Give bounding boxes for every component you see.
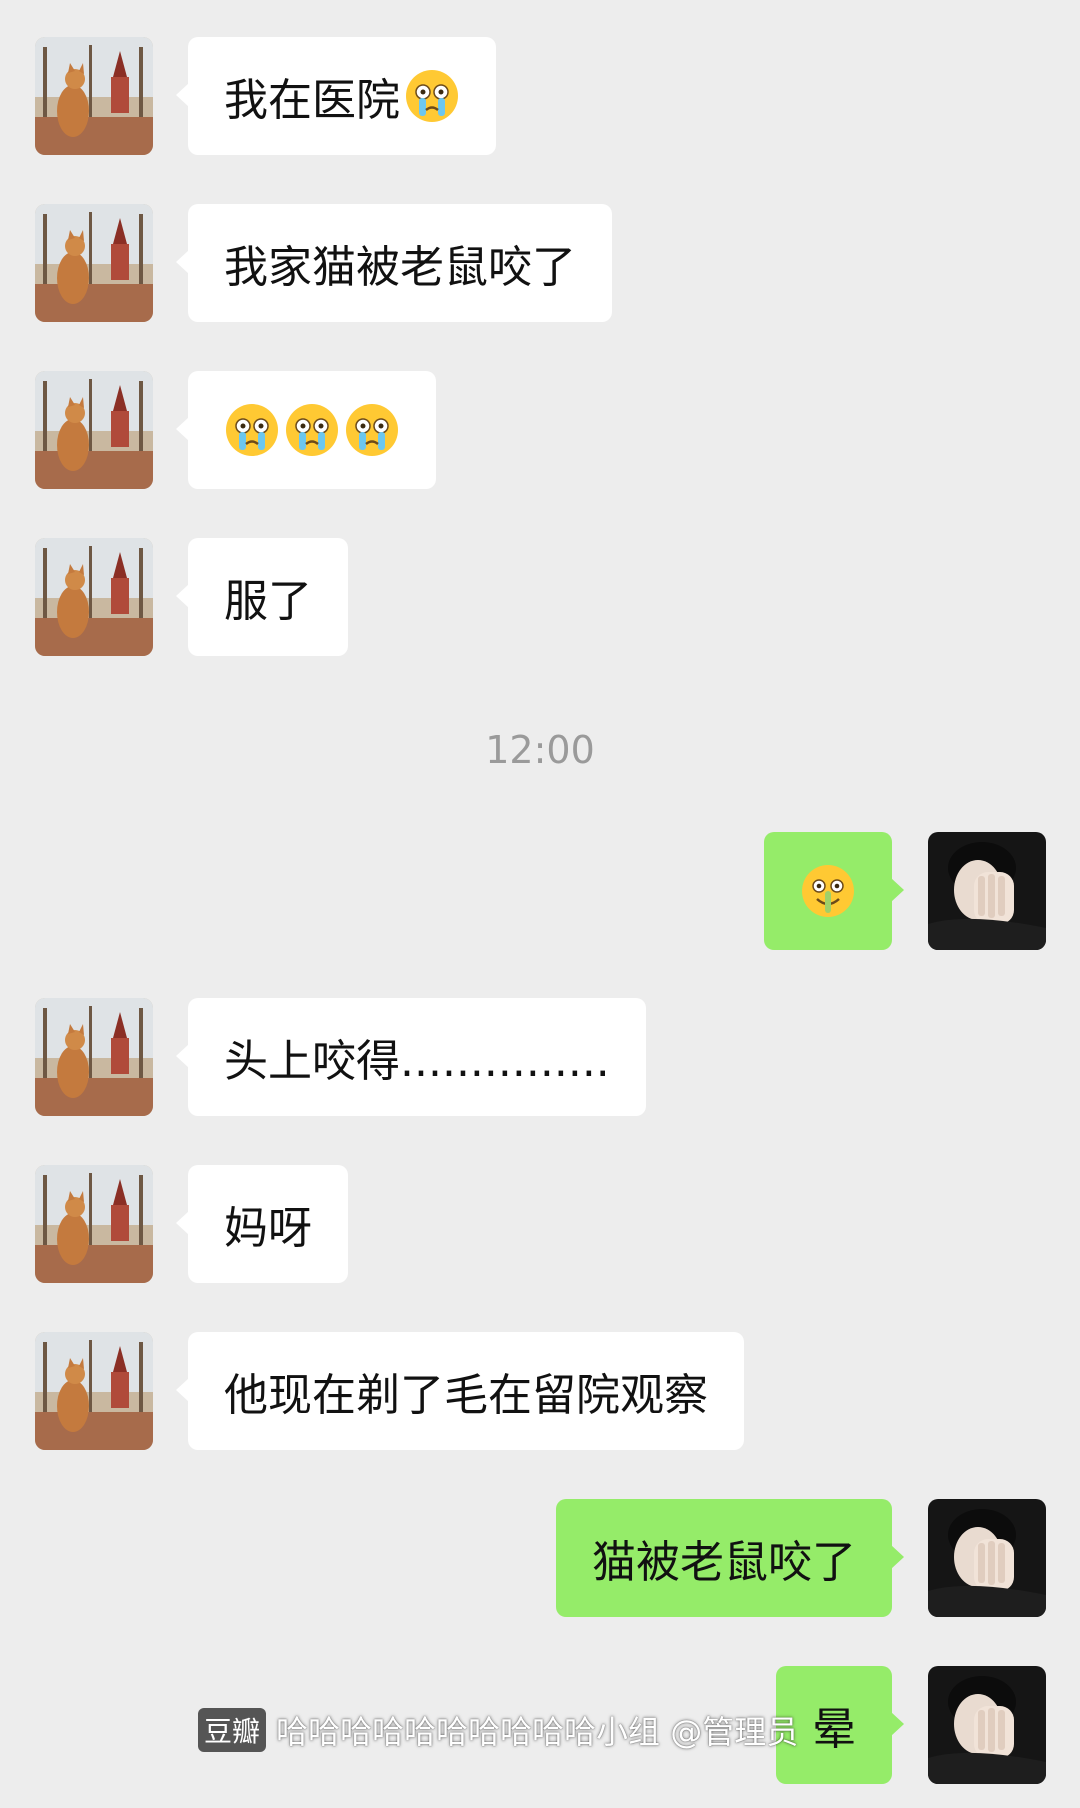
- message-bubble[interactable]: 我家猫被老鼠咬了: [176, 204, 612, 322]
- message-row: 头上咬得...............: [0, 998, 1080, 1116]
- message-row: 服了: [0, 538, 1080, 656]
- message-text: 服了: [224, 576, 312, 627]
- message-bubble[interactable]: 猫被老鼠咬了: [556, 1499, 904, 1617]
- message-bubble[interactable]: 妈呀: [176, 1165, 348, 1283]
- contact-avatar[interactable]: [35, 1165, 153, 1283]
- message-text: 他现在剃了毛在留院观察: [224, 1370, 708, 1421]
- contact-avatar[interactable]: [35, 37, 153, 155]
- message-bubble[interactable]: [176, 371, 436, 489]
- watermark-text: 哈哈哈哈哈哈哈哈哈哈小组 @管理员: [276, 1713, 799, 1751]
- message-row: 他现在剃了毛在留院观察: [0, 1332, 1080, 1450]
- crying-face-emoji: [344, 402, 400, 458]
- douban-watermark: 豆瓣 哈哈哈哈哈哈哈哈哈哈小组 @管理员: [198, 1708, 798, 1752]
- contact-avatar[interactable]: [35, 998, 153, 1116]
- smile-with-tears-emoji: [800, 863, 856, 919]
- message-bubble[interactable]: 服了: [176, 538, 348, 656]
- chat-timestamp: 12:00: [485, 728, 595, 772]
- message-text: 头上咬得...............: [224, 1036, 610, 1087]
- contact-avatar[interactable]: [35, 538, 153, 656]
- message-text: 我在医院: [224, 75, 400, 126]
- message-row: 我在医院: [0, 37, 1080, 155]
- self-avatar[interactable]: [928, 1499, 1046, 1617]
- message-row: [0, 371, 1080, 489]
- message-text: 我家猫被老鼠咬了: [224, 242, 576, 293]
- message-bubble[interactable]: 头上咬得...............: [176, 998, 646, 1116]
- message-bubble[interactable]: 他现在剃了毛在留院观察: [176, 1332, 744, 1450]
- crying-face-emoji: [404, 68, 460, 124]
- message-bubble[interactable]: [764, 832, 904, 950]
- crying-face-emoji: [224, 402, 280, 458]
- douban-logo: 豆瓣: [198, 1708, 267, 1752]
- message-bubble[interactable]: 我在医院: [176, 37, 496, 155]
- message-row: 妈呀: [0, 1165, 1080, 1283]
- contact-avatar[interactable]: [35, 204, 153, 322]
- message-text: 猫被老鼠咬了: [592, 1537, 856, 1588]
- message-row: [0, 832, 1080, 950]
- message-row: 我家猫被老鼠咬了: [0, 204, 1080, 322]
- message-text: 妈呀: [224, 1203, 312, 1254]
- contact-avatar[interactable]: [35, 371, 153, 489]
- chat-window[interactable]: 我在医院 我家猫被老鼠咬了 服了 12:00 头上咬得.............…: [0, 0, 1080, 1808]
- self-avatar[interactable]: [928, 1666, 1046, 1784]
- self-avatar[interactable]: [928, 832, 1046, 950]
- message-row: 猫被老鼠咬了: [0, 1499, 1080, 1617]
- contact-avatar[interactable]: [35, 1332, 153, 1450]
- crying-face-emoji: [284, 402, 340, 458]
- message-text: 晕: [812, 1704, 856, 1755]
